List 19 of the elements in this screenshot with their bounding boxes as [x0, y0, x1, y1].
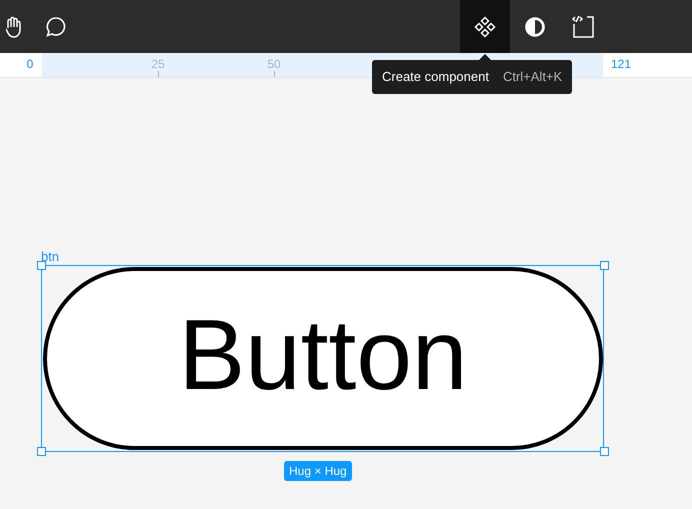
tooltip-label: Create component	[382, 68, 489, 86]
ruler-label: 50	[267, 56, 281, 73]
component-icon	[474, 16, 496, 38]
resize-handle[interactable]	[600, 261, 609, 270]
shortcut-label: Ctrl+Alt+K	[502, 68, 562, 86]
frame-name-label: btn	[41, 248, 60, 266]
hand-icon	[6, 16, 22, 38]
contrast-icon	[525, 16, 545, 36]
resize-handle[interactable]	[37, 447, 46, 456]
ruler-label: 121	[610, 56, 632, 73]
size-badge: Hug × Hug	[284, 461, 352, 481]
ruler-label: 0	[26, 56, 34, 73]
ruler-label: 25	[151, 56, 165, 73]
component-tool-button[interactable]	[460, 0, 510, 53]
code-frame-icon	[571, 14, 595, 38]
button-label: Button	[178, 304, 468, 412]
resize-handle[interactable]	[37, 261, 46, 270]
resize-handle[interactable]	[600, 447, 609, 456]
comment-icon	[45, 16, 67, 38]
